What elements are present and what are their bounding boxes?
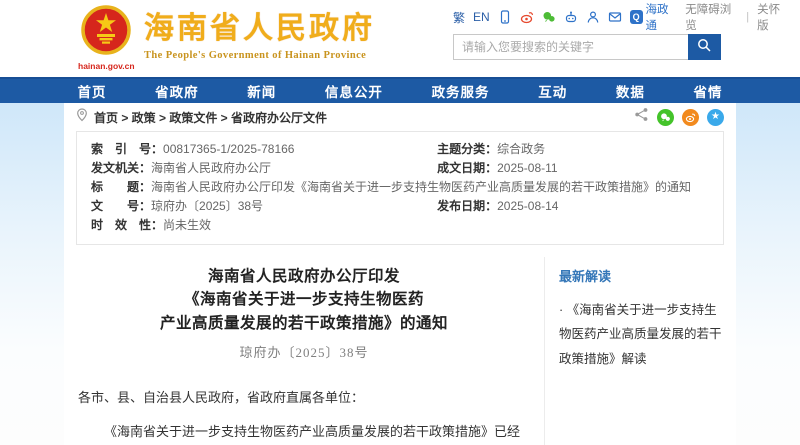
meta-validity: 时 效 性：尚未生效 xyxy=(91,216,437,235)
document-body: 各市、县、自治县人民政府，省政府直属各单位： 《海南省关于进一步支持生物医药产业… xyxy=(78,385,530,445)
share-buttons: ★ xyxy=(634,107,724,127)
location-pin-icon xyxy=(76,108,88,127)
sidebar-link-0[interactable]: · 《海南省关于进一步支持生物医药产业高质量发展的若干政策措施》解读 xyxy=(559,298,724,371)
search-button[interactable] xyxy=(688,34,721,60)
nav-item-5[interactable]: 互动 xyxy=(538,81,567,101)
meta-document-title: 标 题：海南省人民政府办公厅印发《海南省关于进一步支持生物医药产业高质量发展的若… xyxy=(91,178,709,197)
content-card: 首页 > 政策 > 政策文件 > 省政府办公厅文件 ★ xyxy=(64,103,736,445)
nav-item-4[interactable]: 政务服务 xyxy=(432,81,490,101)
document-title-line-0: 海南省人民政府办公厅印发 xyxy=(78,265,530,288)
accessibility-link[interactable]: 无障碍浏览 xyxy=(685,1,738,33)
english-link[interactable]: EN xyxy=(473,10,490,24)
nav-item-6[interactable]: 数据 xyxy=(616,81,645,101)
meta-issuing-agency: 发文机关：海南省人民政府办公厅 xyxy=(91,159,437,178)
nav-item-7[interactable]: 省情 xyxy=(693,81,722,101)
meta-index-number: 索 引 号：00817365-1/2025-78166 xyxy=(91,140,437,159)
body-paragraph-salutation: 各市、县、自治县人民政府，省政府直属各单位： xyxy=(78,385,530,412)
links-divider: | xyxy=(746,11,749,23)
haizhengtong-link[interactable]: Q 海政通 xyxy=(630,1,678,33)
meta-topic-category: 主题分类：综合政务 xyxy=(437,140,709,159)
meta-written-date: 成文日期：2025-08-11 xyxy=(437,159,709,178)
interpretation-sidebar: 最新解读 · 《海南省关于进一步支持生物医药产业高质量发展的若干政策措施》解读 xyxy=(544,257,724,445)
meta-publish-date: 发布日期：2025-08-14 xyxy=(437,197,709,216)
search-icon xyxy=(697,38,712,56)
sidebar-link-list: · 《海南省关于进一步支持生物医药产业高质量发展的若干政策措施》解读 xyxy=(559,298,724,371)
body-paragraph-main: 《海南省关于进一步支持生物医药产业高质量发展的若干政策措施》已经省政府同意，现印… xyxy=(78,419,530,445)
national-emblem-icon xyxy=(81,42,131,59)
document-main: 海南省人民政府办公厅印发《海南省关于进一步支持生物医药产业高质量发展的若干政策措… xyxy=(76,257,544,445)
weibo-icon[interactable] xyxy=(520,10,534,24)
document-metadata-box: 索 引 号：00817365-1/2025-78166 主题分类：综合政务 发文… xyxy=(76,131,724,245)
page-background: 首页 > 政策 > 政策文件 > 省政府办公厅文件 ★ xyxy=(0,103,800,445)
breadcrumb[interactable]: 首页 > 政策 > 政策文件 > 省政府办公厅文件 xyxy=(94,109,327,126)
document-title-line-1: 《海南省关于进一步支持生物医药 xyxy=(78,288,530,311)
nav-item-1[interactable]: 省政府 xyxy=(155,81,199,101)
share-favorite-icon[interactable]: ★ xyxy=(707,109,724,126)
main-navigation: 首页 省政府 新闻 信息公开 政务服务 互动 数据 省情 xyxy=(0,77,800,103)
mail-icon[interactable] xyxy=(608,10,622,24)
star-icon: ★ xyxy=(711,112,720,122)
top-utility-links: 繁 EN Q 海政通 无障碍浏览 xyxy=(453,9,789,25)
document-title: 海南省人民政府办公厅印发《海南省关于进一步支持生物医药产业高质量发展的若干政策措… xyxy=(78,265,530,335)
search-input[interactable] xyxy=(453,34,688,60)
logo-domain-text: hainan.gov.cn xyxy=(78,61,134,71)
sidebar-title[interactable]: 最新解读 xyxy=(559,266,724,285)
site-logo[interactable]: hainan.gov.cn 海南省人民政府 The People's Gover… xyxy=(78,5,375,71)
share-wechat-icon[interactable] xyxy=(657,109,674,126)
traditional-chinese-link[interactable]: 繁 xyxy=(453,9,465,26)
site-header: hainan.gov.cn 海南省人民政府 The People's Gover… xyxy=(0,0,800,77)
nav-item-3[interactable]: 信息公开 xyxy=(325,81,383,101)
document-number: 琼府办〔2025〕38号 xyxy=(78,342,530,361)
haizhengtong-icon: Q xyxy=(630,10,643,24)
share-icon[interactable] xyxy=(634,107,649,127)
wechat-icon[interactable] xyxy=(542,10,556,24)
mobile-icon[interactable] xyxy=(498,10,512,24)
document-title-line-2: 产业高质量发展的若干政策措施》的通知 xyxy=(78,312,530,335)
site-title-english: The People's Government of Hainan Provin… xyxy=(144,50,375,61)
nav-item-0[interactable]: 首页 xyxy=(78,81,107,101)
care-version-link[interactable]: 关怀版 xyxy=(757,1,789,33)
meta-document-number: 文 号：琼府办〔2025〕38号 xyxy=(91,197,437,216)
share-weibo-icon[interactable] xyxy=(682,109,699,126)
search-bar xyxy=(453,34,721,60)
robot-icon[interactable] xyxy=(564,10,578,24)
site-title: 海南省人民政府 xyxy=(144,12,375,45)
user-icon[interactable] xyxy=(586,10,600,24)
breadcrumb-row: 首页 > 政策 > 政策文件 > 省政府办公厅文件 ★ xyxy=(76,103,724,131)
nav-item-2[interactable]: 新闻 xyxy=(247,81,276,101)
